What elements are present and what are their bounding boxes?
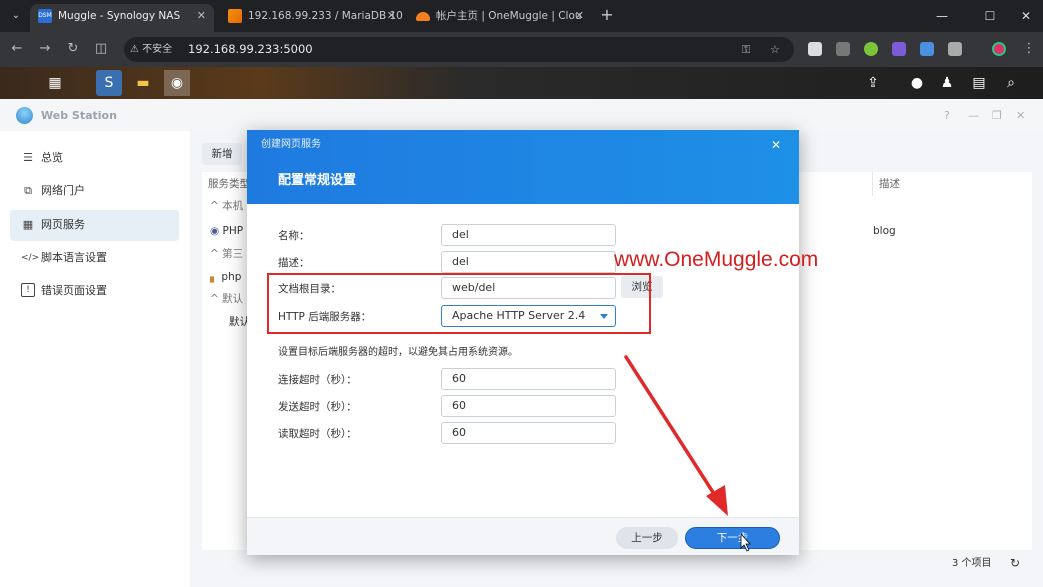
- mouse-cursor-icon: [740, 532, 751, 552]
- cursor-shape: [740, 532, 751, 552]
